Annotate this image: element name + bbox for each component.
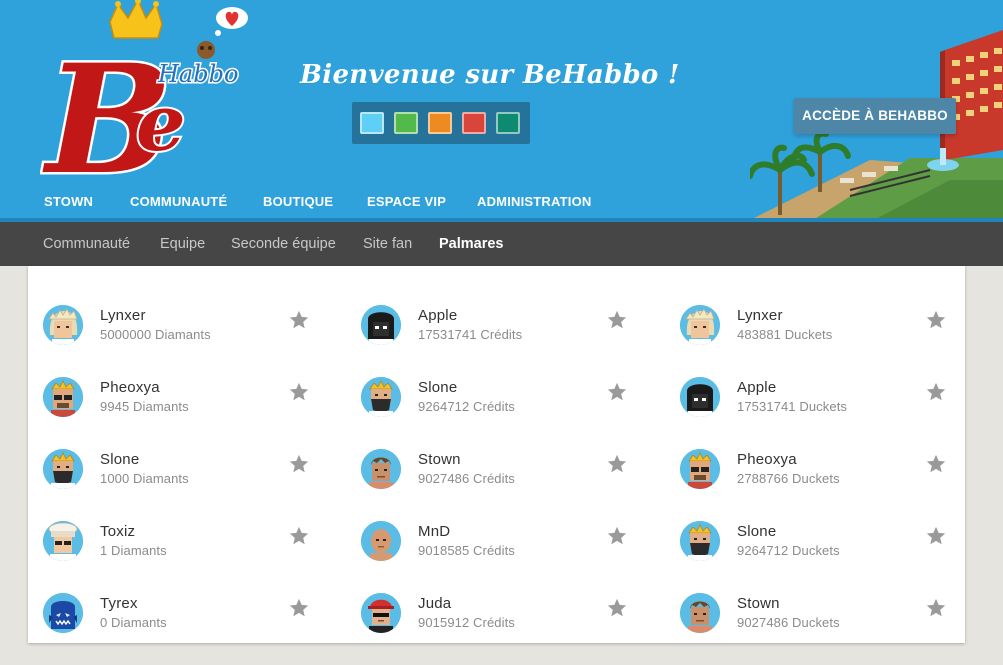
- star-icon[interactable]: [288, 453, 310, 475]
- leaderboard-entry: Pheoxya 9945 Diamants: [28, 338, 318, 417]
- star-icon[interactable]: [288, 309, 310, 331]
- leaderboard-panel: Lynxer 5000000 Diamants Pheoxya 9945 Diaman…: [28, 266, 965, 643]
- main-nav-stown[interactable]: STOWN: [44, 194, 93, 209]
- theme-swatch-blue[interactable]: [360, 112, 384, 134]
- player-name[interactable]: Slone: [100, 451, 139, 468]
- avatar[interactable]: [361, 593, 401, 633]
- leaderboard-entry: Slone 1000 Diamants: [28, 410, 318, 489]
- avatar[interactable]: [43, 593, 83, 633]
- main-nav-communaute[interactable]: COMMUNAUTÉ: [130, 194, 227, 209]
- theme-swatch-green[interactable]: [394, 112, 418, 134]
- heart-bubble-icon: [215, 7, 248, 36]
- leaderboard-entry: Stown 9027486 Crédits: [346, 410, 636, 489]
- sub-nav: Communauté Equipe Seconde équipe Site fa…: [0, 222, 1003, 266]
- player-name[interactable]: Pheoxya: [737, 451, 797, 468]
- leaderboard-entry: Lynxer 483881 Duckets: [665, 266, 955, 345]
- avatar[interactable]: [680, 593, 720, 633]
- sub-nav-seconde-equipe[interactable]: Seconde équipe: [231, 236, 336, 252]
- player-name[interactable]: Stown: [418, 451, 461, 468]
- player-score: 9027486 Duckets: [737, 615, 840, 630]
- star-icon[interactable]: [606, 525, 628, 547]
- sub-nav-palmares[interactable]: Palmares: [439, 236, 504, 252]
- player-score: 9015912 Crédits: [418, 615, 515, 630]
- leaderboard-entry: Stown 9027486 Duckets: [665, 554, 955, 633]
- player-name[interactable]: MnD: [418, 523, 450, 540]
- star-icon[interactable]: [606, 597, 628, 619]
- player-name[interactable]: Apple: [418, 307, 457, 324]
- leaderboard-entry: Slone 9264712 Crédits: [346, 338, 636, 417]
- leaderboard-entry: Toxiz 1 Diamants: [28, 482, 318, 561]
- leaderboard-entry: Juda 9015912 Crédits: [346, 554, 636, 633]
- player-name[interactable]: Lynxer: [737, 307, 783, 324]
- theme-swatch-teal[interactable]: [496, 112, 520, 134]
- leaderboard-entry: MnD 9018585 Crédits: [346, 482, 636, 561]
- sub-nav-site-fan[interactable]: Site fan: [363, 236, 412, 252]
- sub-nav-equipe[interactable]: Equipe: [160, 236, 205, 252]
- leaderboard-entry: Tyrex 0 Diamants: [28, 554, 318, 633]
- leaderboard-entry: Lynxer 5000000 Diamants: [28, 266, 318, 345]
- theme-switcher: [352, 102, 530, 144]
- access-behabbo-button[interactable]: ACCÈDE À BEHABBO: [794, 98, 956, 134]
- mascot-icon: [197, 41, 215, 59]
- player-name[interactable]: Stown: [737, 595, 780, 612]
- star-icon[interactable]: [288, 525, 310, 547]
- player-name[interactable]: Slone: [418, 379, 457, 396]
- player-name[interactable]: Apple: [737, 379, 776, 396]
- star-icon[interactable]: [606, 309, 628, 331]
- player-name[interactable]: Lynxer: [100, 307, 146, 324]
- welcome-title: Bienvenue sur BeHabbo !: [300, 60, 680, 90]
- main-nav-boutique[interactable]: BOUTIQUE: [263, 194, 333, 209]
- leaderboard-entry: Pheoxya 2788766 Duckets: [665, 410, 955, 489]
- svg-text:e: e: [136, 78, 186, 169]
- leaderboard-entry: Apple 17531741 Crédits: [346, 266, 636, 345]
- sub-nav-communaute[interactable]: Communauté: [43, 236, 130, 252]
- player-name[interactable]: Toxiz: [100, 523, 135, 540]
- player-name[interactable]: Slone: [737, 523, 776, 540]
- star-icon[interactable]: [288, 597, 310, 619]
- player-name[interactable]: Tyrex: [100, 595, 138, 612]
- svg-text:Habbo: Habbo: [157, 60, 238, 88]
- star-icon[interactable]: [925, 597, 947, 619]
- main-nav-administration[interactable]: ADMINISTRATION: [477, 194, 592, 209]
- star-icon[interactable]: [606, 381, 628, 403]
- star-icon[interactable]: [288, 381, 310, 403]
- theme-swatch-orange[interactable]: [428, 112, 452, 134]
- star-icon[interactable]: [925, 453, 947, 475]
- site-header: B e Habbo Bienvenue sur BeHabbo ! ACCÈDE…: [0, 0, 1003, 222]
- leaderboard-entry: Apple 17531741 Duckets: [665, 338, 955, 417]
- main-nav-espace-vip[interactable]: ESPACE VIP: [367, 194, 446, 209]
- star-icon[interactable]: [925, 309, 947, 331]
- theme-swatch-red[interactable]: [462, 112, 486, 134]
- behabbo-logo[interactable]: B e Habbo: [40, 0, 260, 190]
- star-icon[interactable]: [925, 525, 947, 547]
- player-name[interactable]: Pheoxya: [100, 379, 160, 396]
- player-name[interactable]: Juda: [418, 595, 451, 612]
- leaderboard-entry: Slone 9264712 Duckets: [665, 482, 955, 561]
- star-icon[interactable]: [925, 381, 947, 403]
- player-score: 0 Diamants: [100, 615, 167, 630]
- star-icon[interactable]: [606, 453, 628, 475]
